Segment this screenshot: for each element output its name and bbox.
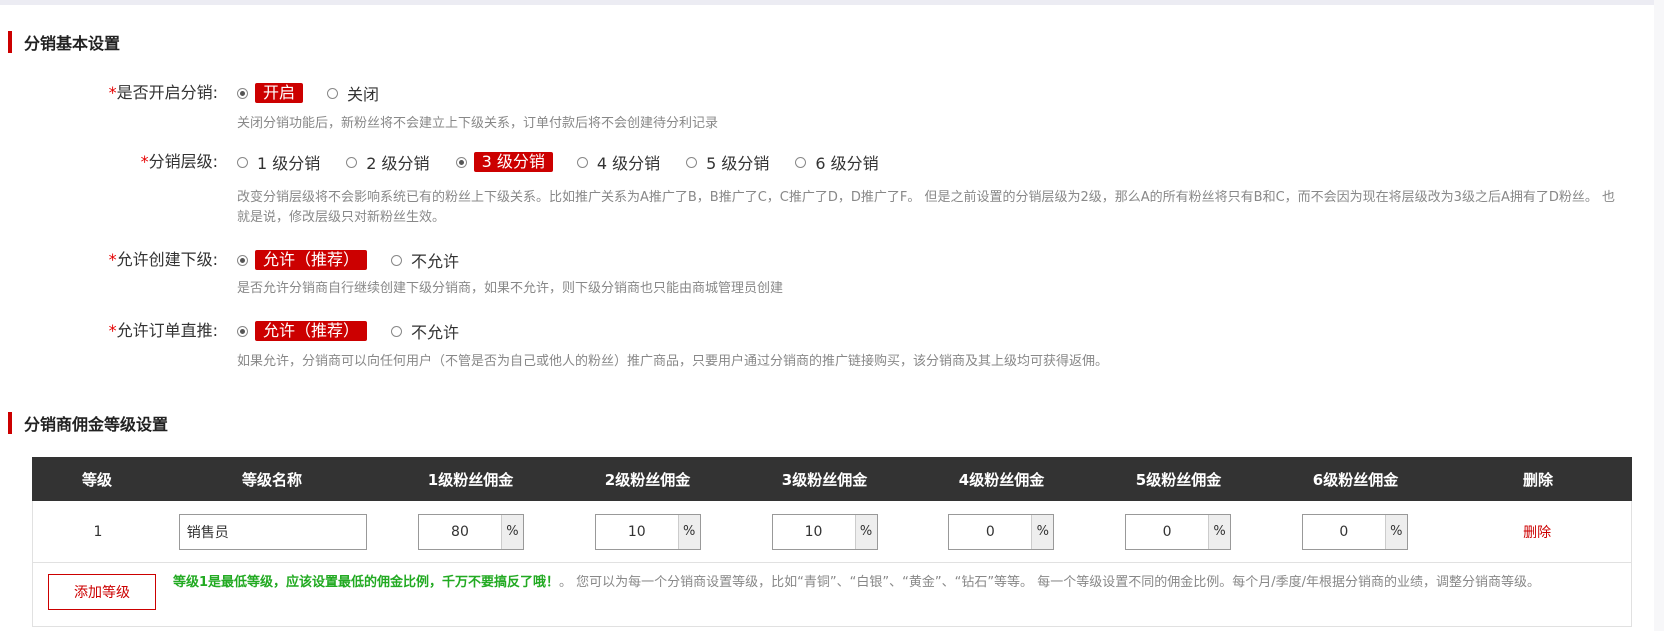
level-note-text: 。 您可以为每一个分销商设置等级，比如“青铜”、“白银”、“黄金”、“钻石”等等… [559,575,1540,590]
levels-label-text: 分销层级: [148,152,218,171]
th-c1: 1级粉丝佣金 [427,470,514,489]
th-delete: 删除 [1522,470,1553,489]
allow-sub-label: *允许创建下级: [18,249,218,271]
enable-label: *是否开启分销: [18,82,218,104]
commission-3-field: % [771,513,878,550]
radio-icon[interactable] [795,156,807,168]
commission-6-input[interactable] [1302,514,1385,549]
direct-push-help: 如果允许，分销商可以向任何用户（不管是否为自己或他人的粉丝）推广商品，只要用户通… [237,354,1109,369]
levels-option-6[interactable]: 6 级分销 [795,150,880,174]
section-title-commission: 分销商佣金等级设置 [8,412,168,434]
section-title-text: 分销商佣金等级设置 [24,415,169,434]
table-header: 等级 等级名称 1级粉丝佣金 2级粉丝佣金 3级粉丝佣金 4级粉丝佣金 5级粉丝… [32,457,1632,501]
percent-unit: % [677,514,700,549]
level-note-highlight: 等级1是最低等级，应该设置最低的佣金比例，千万不要搞反了哦！ [173,575,560,590]
th-name: 等级名称 [241,470,302,489]
radio-icon[interactable] [346,156,358,168]
levels-option-5[interactable]: 5 级分销 [686,150,771,174]
levels-option-1[interactable]: 1 级分销 [237,150,322,174]
radio-icon[interactable] [686,156,698,168]
required-mark: * [108,250,117,269]
enable-label-text: 是否开启分销: [116,83,218,102]
th-c6: 6级粉丝佣金 [1312,470,1399,489]
levels-options: 1 级分销 2 级分销 3 级分销 4 级分销 5 级分销 6 级分销 [237,151,905,173]
enable-option-on[interactable]: 开启 [237,83,304,103]
commission-4-input[interactable] [949,514,1032,549]
add-level-button[interactable]: 添加等级 [48,574,156,610]
radio-selected-icon[interactable] [237,254,248,266]
enable-help: 关闭分销功能后，新粉丝将不会建立上下级关系，订单付款后将不会创建待分利记录 [237,116,719,131]
allow-sub-options: 允许（推荐） 不允许 [237,249,485,271]
radio-icon[interactable] [576,156,588,168]
direct-push-options: 允许（推荐） 不允许 [237,320,485,342]
th-c5: 5级粉丝佣金 [1135,470,1222,489]
cell-c6: % [1266,513,1443,550]
allow-sub-help: 是否允许分销商自行继续创建下级分销商，如果不允许，则下级分销商也只能由商城管理员… [237,281,784,296]
required-mark: * [140,152,149,171]
radio-icon[interactable] [327,87,339,99]
commission-1-input[interactable] [418,514,501,549]
percent-unit: % [1208,514,1231,549]
section-title-bar [8,412,12,434]
commission-table: 等级 等级名称 1级粉丝佣金 2级粉丝佣金 3级粉丝佣金 4级粉丝佣金 5级粉丝… [32,457,1632,627]
percent-unit: % [1031,514,1054,549]
radio-selected-icon[interactable] [455,156,467,168]
commission-5-input[interactable] [1126,514,1209,549]
allow-sub-label-text: 允许创建下级: [116,250,218,269]
radio-icon[interactable] [237,156,248,168]
th-c3: 3级粉丝佣金 [781,470,868,489]
commission-2-field: % [594,513,701,550]
level-name-input[interactable] [178,513,367,550]
th-c2: 2级粉丝佣金 [604,470,691,489]
cell-c5: % [1090,513,1267,550]
allow-sub-option-yes[interactable]: 允许（推荐） [237,250,368,270]
direct-push-label: *允许订单直推: [18,320,218,342]
top-bar [0,0,1664,5]
commission-5-field: % [1125,513,1232,550]
levels-option-2[interactable]: 2 级分销 [346,150,431,174]
commission-3-input[interactable] [772,514,855,549]
radio-icon[interactable] [391,254,403,266]
percent-unit: % [500,514,523,549]
radio-icon[interactable] [391,325,403,337]
direct-push-label-text: 允许订单直推: [116,321,218,340]
enable-options: 开启 关闭 [237,82,405,104]
section-title-basic: 分销基本设置 [8,31,120,53]
th-level: 等级 [81,470,112,489]
cell-c1: % [383,513,560,550]
commission-1-field: % [417,513,524,550]
section-title-text: 分销基本设置 [24,34,121,53]
radio-selected-icon[interactable] [237,87,248,99]
cell-level: 1 [93,523,103,540]
levels-help: 改变分销层级将不会影响系统已有的粉丝上下级关系。比如推广关系为A推广了B，B推广… [237,190,1615,225]
percent-unit: % [1384,514,1407,549]
levels-label: *分销层级: [18,151,218,173]
direct-push-option-no[interactable]: 不允许 [391,319,461,343]
direct-push-option-yes[interactable]: 允许（推荐） [237,321,368,341]
required-mark: * [108,321,117,340]
cell-c2: % [559,513,736,550]
commission-4-field: % [948,513,1055,550]
cell-c4: % [913,513,1090,550]
levels-option-3[interactable]: 3 级分销 [455,152,553,172]
enable-option-off[interactable]: 关闭 [327,81,381,105]
cell-delete: 删除 [1443,522,1631,542]
required-mark: * [108,83,117,102]
table-footer: 添加等级 等级1是最低等级，应该设置最低的佣金比例，千万不要搞反了哦！。 您可以… [32,563,1632,627]
cell-name [163,513,383,550]
commission-2-input[interactable] [595,514,678,549]
th-c4: 4级粉丝佣金 [958,470,1045,489]
percent-unit: % [854,514,877,549]
scrollbar-track[interactable] [1654,0,1664,631]
radio-selected-icon[interactable] [237,325,248,337]
delete-level-link[interactable]: 删除 [1523,522,1551,542]
cell-c3: % [736,513,913,550]
commission-6-field: % [1301,513,1408,550]
table-row: 1 % % % % % % 删除 [32,501,1632,563]
level-note: 等级1是最低等级，应该设置最低的佣金比例，千万不要搞反了哦！。 您可以为每一个分… [173,573,1623,593]
levels-option-4[interactable]: 4 级分销 [576,150,662,174]
allow-sub-option-no[interactable]: 不允许 [391,248,461,272]
section-title-bar [8,31,12,53]
